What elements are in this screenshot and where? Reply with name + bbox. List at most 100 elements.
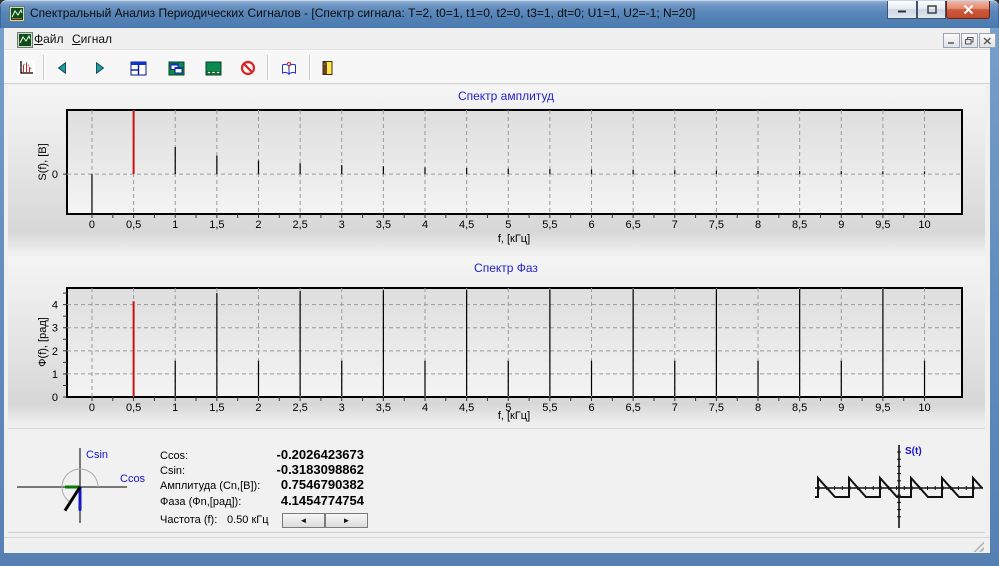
x-tick-label: 2: [255, 219, 261, 231]
x-tick-label: 5: [505, 219, 511, 231]
minimize-button[interactable]: [887, 1, 917, 19]
right-arrow-icon: ►: [343, 516, 351, 525]
stop-button[interactable]: [236, 56, 260, 80]
amplitude-x-axis-title: f, [кГц]: [498, 233, 530, 245]
x-tick-label: 2: [255, 402, 261, 414]
menu-signal-hotkey: С: [72, 32, 81, 46]
title-bar[interactable]: Спектральный Анализ Периодических Сигнал…: [0, 0, 999, 28]
x-tick-label: 4: [422, 402, 428, 414]
x-tick-label: 3: [339, 402, 345, 414]
phase-spectrum-chart: Спектр Фаз 00,511,522,533,544,555,566,57…: [8, 256, 985, 424]
toolbar-separator: [43, 55, 45, 80]
x-tick-label: 9: [838, 402, 844, 414]
menu-bar: [4, 28, 990, 50]
x-tick-label: 6: [588, 219, 594, 231]
mdi-restore-button[interactable]: [961, 33, 978, 48]
mdi-minimize-button[interactable]: [943, 33, 960, 48]
y-tick-label: 0: [52, 169, 58, 181]
menu-file-hotkey: Ф: [34, 32, 43, 46]
toolbar-separator: [309, 55, 311, 80]
x-tick-label: 1: [172, 402, 178, 414]
spectrum-chart-icon: [18, 60, 35, 76]
phase-x-axis-title: f, [кГц]: [498, 410, 530, 422]
minimize-icon: [897, 5, 907, 14]
x-tick-label: 5,5: [542, 219, 557, 231]
prev-harmonic-button[interactable]: [50, 56, 74, 80]
status-bar: [4, 537, 990, 553]
tile-windows-icon: [130, 61, 147, 76]
phasor-ccos-label: Ccos: [120, 473, 146, 485]
stop-icon: [240, 60, 256, 76]
x-tick-label: 0,5: [126, 219, 141, 231]
phasor-diagram: Csin Ccos: [10, 440, 160, 530]
x-tick-label: 7: [672, 402, 678, 414]
next-harmonic-button[interactable]: [88, 56, 112, 80]
close-button[interactable]: [946, 1, 990, 19]
mdi-restore-icon: [965, 37, 974, 45]
x-tick-label: 1: [172, 219, 178, 231]
help-book-icon: ?: [280, 60, 298, 76]
menu-signal[interactable]: Сигнал: [66, 30, 118, 48]
x-tick-label: 6: [588, 402, 594, 414]
phase-label: Фаза (Фn,[рад]):: [160, 496, 241, 508]
prev-frequency-button[interactable]: ◄: [282, 513, 325, 528]
phase-value: 4.1454774754: [240, 493, 364, 508]
x-tick-label: 6,5: [625, 402, 640, 414]
amplitude-plot-area: [67, 110, 962, 214]
help-button[interactable]: ?: [277, 56, 301, 80]
menu-signal-label: игнал: [81, 32, 112, 46]
ccos-value: -0.2026423673: [240, 447, 364, 462]
menu-file[interactable]: Файл: [28, 30, 70, 48]
amplitude-spectrum-chart: Спектр амплитуд 00,511,522,533,544,555,5…: [8, 85, 985, 252]
phasor-vector: [65, 487, 80, 511]
window-title: Спектральный Анализ Периодических Сигнал…: [30, 6, 850, 20]
phase-y-axis-title: Ф(f), [рад]: [37, 317, 49, 367]
x-tick-label: 3,5: [376, 219, 391, 231]
tile-windows-button[interactable]: [126, 56, 150, 80]
maximize-icon: [927, 5, 937, 14]
x-tick-label: 8,5: [792, 219, 807, 231]
minimize-windows-button[interactable]: [201, 56, 225, 80]
menu-file-label: айл: [43, 32, 63, 46]
x-tick-label: 8,5: [792, 402, 807, 414]
phase-chart-title: Спектр Фаз: [474, 261, 538, 275]
x-tick-label: 1,5: [209, 402, 224, 414]
x-tick-label: 5,5: [542, 402, 557, 414]
frequency-label: Частота (f):: [160, 514, 217, 526]
minimize-windows-icon: [205, 61, 222, 76]
frequency-value: 0.50 кГц: [227, 514, 269, 526]
toolbar: [4, 50, 990, 84]
amplitude-y-axis-title: S(f), [В]: [37, 143, 49, 180]
svg-text:?: ?: [286, 61, 292, 71]
cascade-windows-button[interactable]: [164, 56, 188, 80]
x-tick-label: 9: [838, 219, 844, 231]
exit-button[interactable]: [315, 56, 339, 80]
close-icon: [963, 5, 974, 14]
maximize-button[interactable]: [917, 1, 946, 19]
x-tick-label: 4: [422, 219, 428, 231]
app-icon: [9, 6, 25, 27]
mdi-close-icon: [983, 37, 992, 45]
x-tick-label: 2,5: [292, 219, 307, 231]
cascade-windows-icon: [168, 61, 185, 76]
ccos-label: Ccos:: [160, 450, 188, 462]
mdi-minimize-icon: [947, 37, 956, 45]
application-window: Спектральный Анализ Периодических Сигнал…: [0, 0, 999, 566]
x-tick-label: 7,5: [709, 219, 724, 231]
phasor-csin-label: Csin: [86, 449, 108, 461]
x-tick-label: 0: [89, 219, 95, 231]
mdi-close-button[interactable]: [979, 33, 996, 48]
next-frequency-button[interactable]: ►: [325, 513, 368, 528]
csin-value: -0.3183098862: [240, 462, 364, 477]
toolbar-separator: [267, 55, 269, 80]
y-tick-label: 4: [52, 300, 58, 312]
x-tick-label: 4,5: [459, 219, 474, 231]
x-tick-label: 8: [755, 402, 761, 414]
x-tick-label: 1,5: [209, 219, 224, 231]
x-tick-label: 3,5: [376, 402, 391, 414]
x-tick-label: 3: [339, 219, 345, 231]
x-tick-label: 8: [755, 219, 761, 231]
left-arrow-icon: ◄: [300, 516, 308, 525]
exit-door-icon: [320, 60, 335, 76]
spectrum-chart-button[interactable]: [14, 56, 38, 80]
